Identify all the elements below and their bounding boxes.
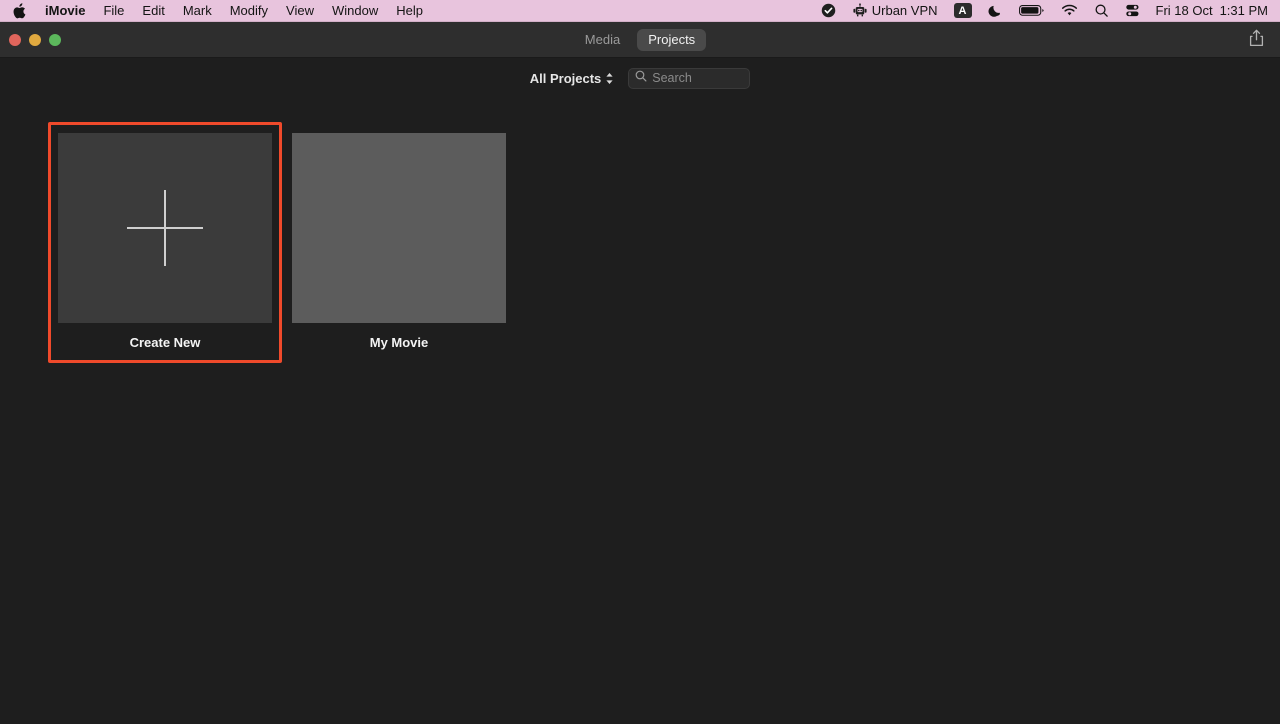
menu-item-modify[interactable]: Modify: [221, 0, 277, 22]
chevron-up-down-icon: [605, 72, 614, 85]
search-placeholder: Search: [652, 71, 692, 85]
menu-item-file[interactable]: File: [94, 0, 133, 22]
my-movie-label: My Movie: [370, 335, 429, 350]
menu-item-edit[interactable]: Edit: [133, 0, 173, 22]
battery-icon[interactable]: [1011, 0, 1053, 22]
macos-menu-bar: iMovie File Edit Mark Modify View Window…: [0, 0, 1280, 22]
search-icon: [635, 69, 647, 87]
menu-bar-status-items: Urban VPN A: [813, 0, 1280, 22]
project-tile-create-new[interactable]: Create New: [48, 122, 282, 363]
control-center-icon[interactable]: [1117, 0, 1148, 22]
menu-bar-clock[interactable]: Fri 18 Oct 1:31 PM: [1148, 0, 1273, 22]
window-title-bar: Media Projects: [0, 22, 1280, 58]
clock-date: Fri 18 Oct: [1156, 3, 1213, 18]
robot-icon: [852, 3, 868, 18]
urban-vpn-status-item[interactable]: Urban VPN: [844, 0, 946, 22]
tab-projects[interactable]: Projects: [637, 29, 706, 51]
share-icon: [1249, 29, 1264, 52]
moon-icon[interactable]: [980, 0, 1011, 22]
menu-item-help[interactable]: Help: [387, 0, 432, 22]
search-input[interactable]: Search: [628, 68, 750, 89]
input-source-label: A: [954, 3, 972, 18]
menu-item-view[interactable]: View: [277, 0, 323, 22]
menu-bar-app-menus: iMovie File Edit Mark Modify View Window…: [0, 0, 432, 22]
close-button[interactable]: [9, 34, 21, 46]
plus-icon-vertical: [164, 190, 166, 266]
menu-item-mark[interactable]: Mark: [174, 0, 221, 22]
checkmark-circle-icon[interactable]: [813, 0, 844, 22]
project-tile-my-movie[interactable]: My Movie: [282, 122, 516, 363]
minimize-button[interactable]: [29, 34, 41, 46]
menu-item-imovie[interactable]: iMovie: [36, 0, 94, 22]
apple-logo-icon[interactable]: [11, 3, 27, 19]
tab-media[interactable]: Media: [574, 29, 631, 51]
spotlight-search-icon[interactable]: [1086, 0, 1117, 22]
projects-toolbar: All Projects Search: [0, 58, 1280, 98]
all-projects-label: All Projects: [530, 71, 602, 86]
menu-item-window[interactable]: Window: [323, 0, 387, 22]
my-movie-thumbnail[interactable]: [292, 133, 506, 323]
zoom-button[interactable]: [49, 34, 61, 46]
urban-vpn-label: Urban VPN: [872, 3, 938, 18]
create-new-label: Create New: [130, 335, 201, 350]
create-new-thumbnail[interactable]: [58, 133, 272, 323]
projects-grid: Create New My Movie: [0, 122, 1280, 363]
window-tab-bar: Media Projects: [0, 22, 1280, 58]
all-projects-dropdown[interactable]: All Projects: [530, 71, 615, 86]
imovie-window: Media Projects All Projects: [0, 22, 1280, 724]
wifi-icon[interactable]: [1053, 0, 1086, 22]
keyboard-input-source[interactable]: A: [946, 0, 980, 22]
share-button[interactable]: [1242, 22, 1270, 58]
window-controls: [0, 34, 61, 46]
clock-time: 1:31 PM: [1220, 3, 1268, 18]
